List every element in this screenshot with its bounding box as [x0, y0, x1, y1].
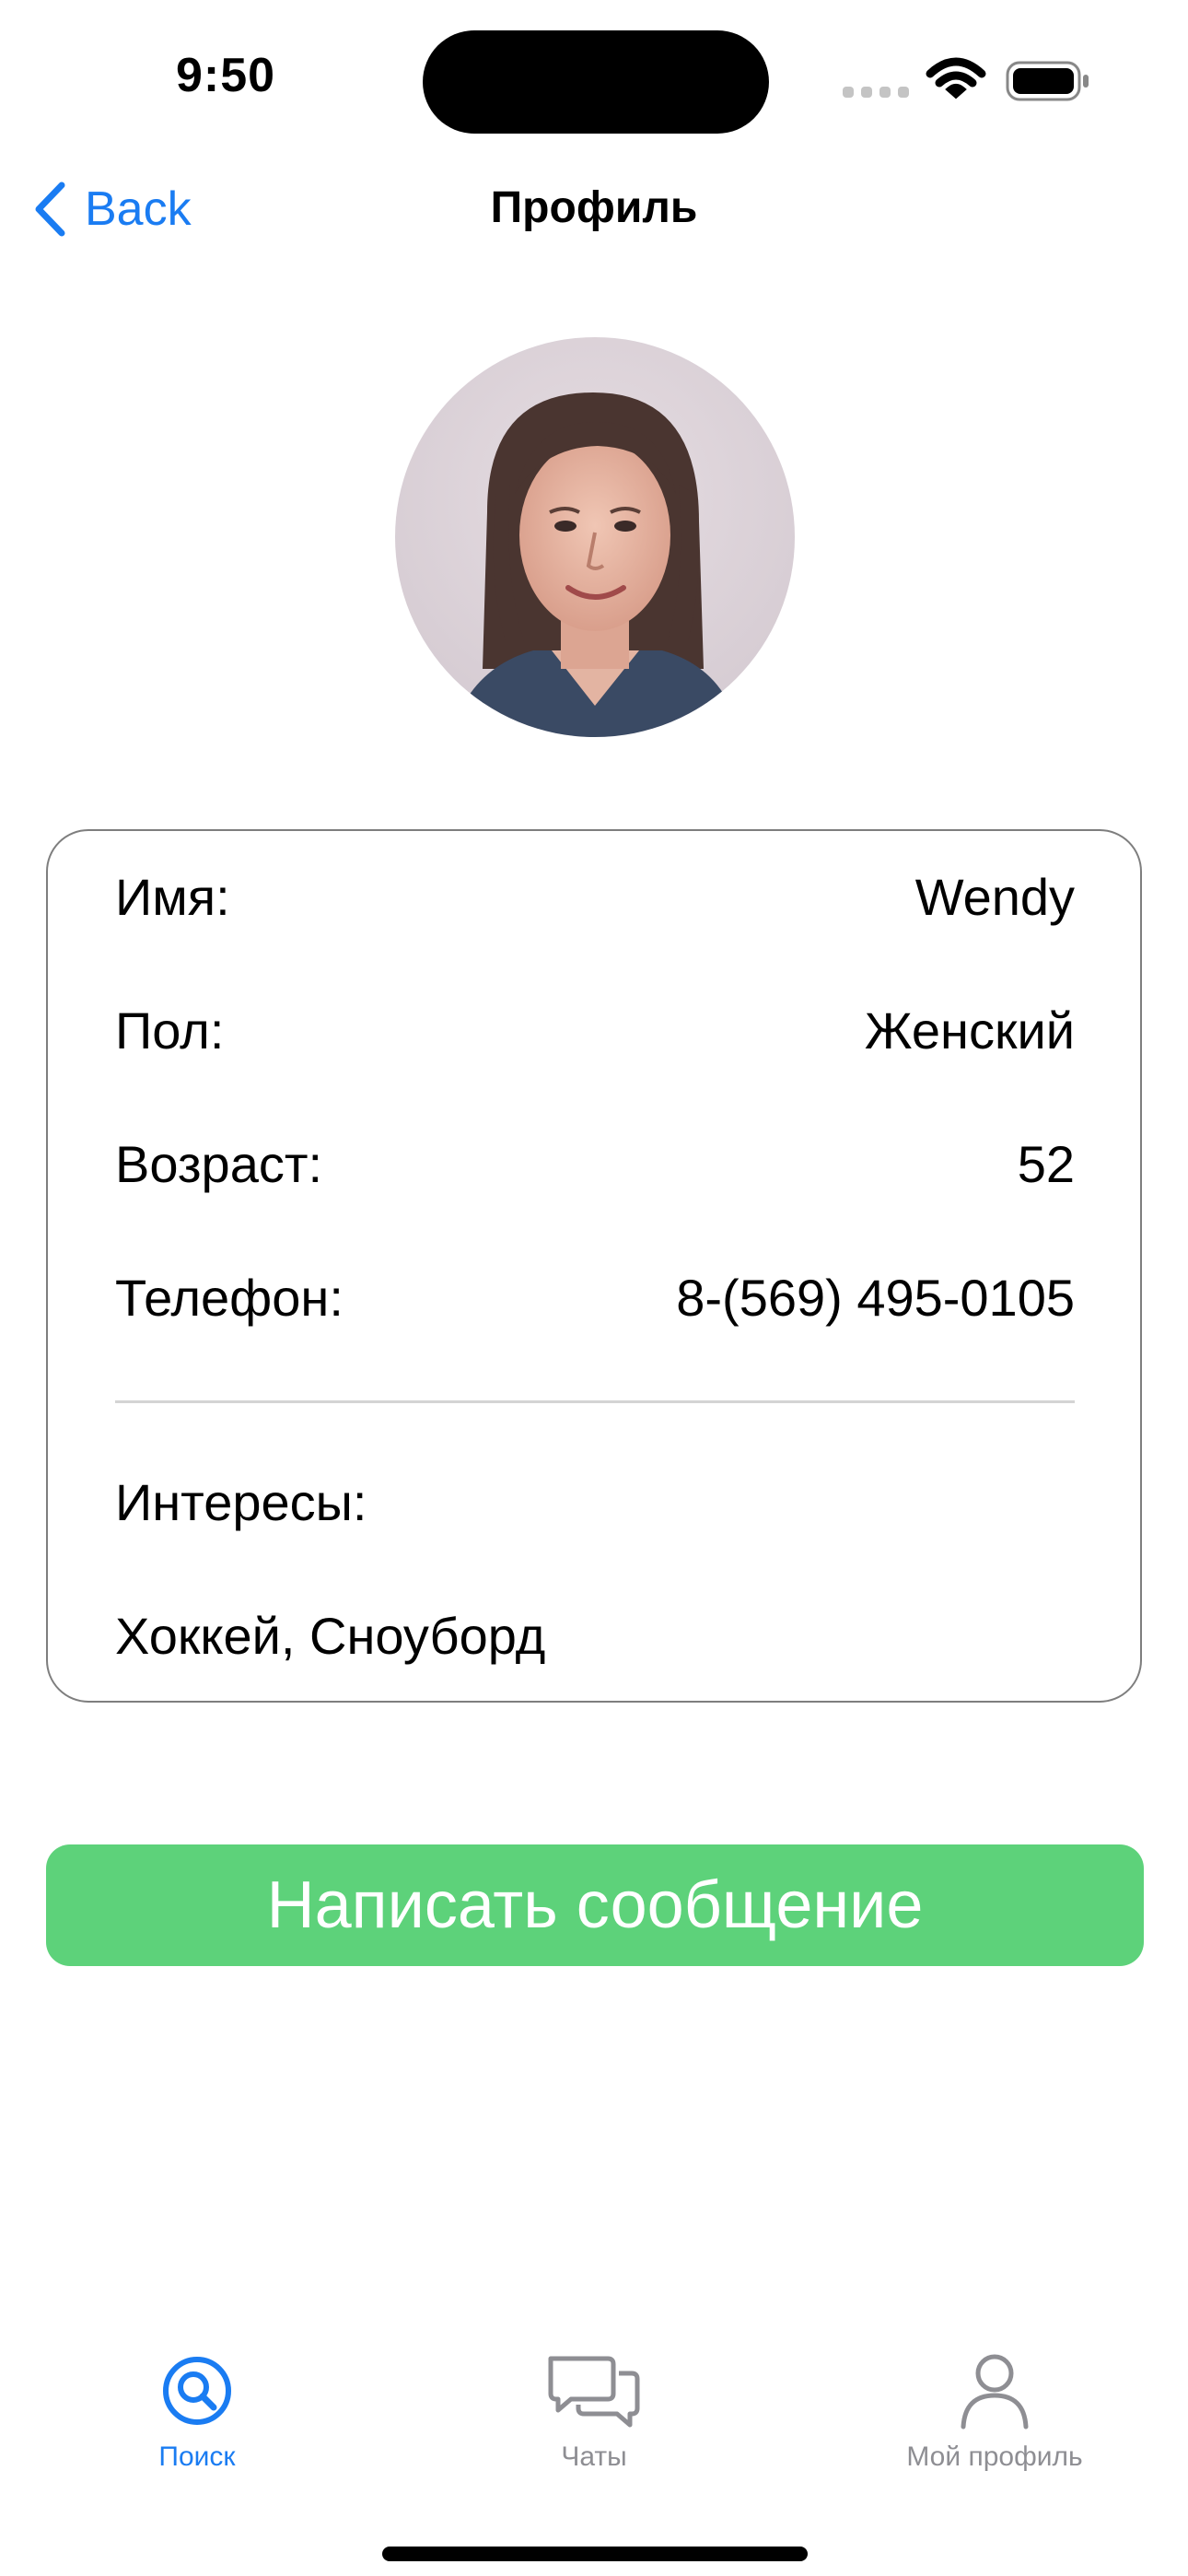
divider: [115, 1400, 1075, 1403]
status-time: 9:50: [175, 49, 276, 102]
tab-my-profile-label: Мой профиль: [906, 2441, 1083, 2472]
gender-value: Женский: [864, 1001, 1075, 1060]
profile-info-card: Имя: Wendy Пол: Женский Возраст: 52 Теле…: [46, 829, 1142, 1703]
chat-bubbles-icon: [543, 2349, 645, 2432]
tab-chats-label: Чаты: [561, 2441, 627, 2472]
name-label: Имя:: [115, 867, 230, 926]
tab-bar: Поиск Чаты Мой профиль: [0, 2340, 1188, 2506]
info-row-gender: Пол: Женский: [115, 998, 1075, 1062]
person-icon: [944, 2349, 1045, 2432]
phone-value: 8-(569) 495-0105: [676, 1268, 1075, 1327]
status-icons: [843, 53, 1091, 109]
back-button[interactable]: Back: [33, 177, 192, 241]
interests-value: Хоккей, Сноуборд: [115, 1607, 546, 1665]
wifi-icon: [926, 57, 986, 100]
interests-label: Интересы:: [115, 1473, 367, 1531]
tab-search[interactable]: Поиск: [45, 2349, 349, 2488]
name-value: Wendy: [914, 867, 1075, 926]
back-label: Back: [85, 182, 192, 236]
age-label: Возраст:: [115, 1134, 323, 1193]
cellular-signal-icon: [843, 87, 909, 98]
profile-photo: [395, 337, 795, 737]
home-indicator: [382, 2547, 808, 2561]
age-value: 52: [1017, 1134, 1075, 1193]
status-bar: 9:50: [0, 0, 1188, 157]
tab-chats[interactable]: Чаты: [442, 2349, 746, 2488]
battery-icon: [1006, 61, 1089, 101]
page-title: Профиль: [490, 183, 698, 232]
search-icon: [146, 2349, 248, 2432]
write-message-button[interactable]: Написать сообщение: [46, 1844, 1144, 1966]
dynamic-island: [423, 30, 769, 134]
phone-label: Телефон:: [115, 1268, 344, 1327]
info-row-phone: Телефон: 8-(569) 495-0105: [115, 1265, 1075, 1329]
gender-label: Пол:: [115, 1001, 225, 1060]
tab-my-profile[interactable]: Мой профиль: [843, 2349, 1147, 2488]
chevron-left-icon: [33, 181, 66, 238]
info-row-age: Возраст: 52: [115, 1131, 1075, 1196]
tab-search-label: Поиск: [158, 2441, 236, 2472]
avatar: [395, 337, 795, 737]
info-row-name: Имя: Wendy: [115, 864, 1075, 929]
